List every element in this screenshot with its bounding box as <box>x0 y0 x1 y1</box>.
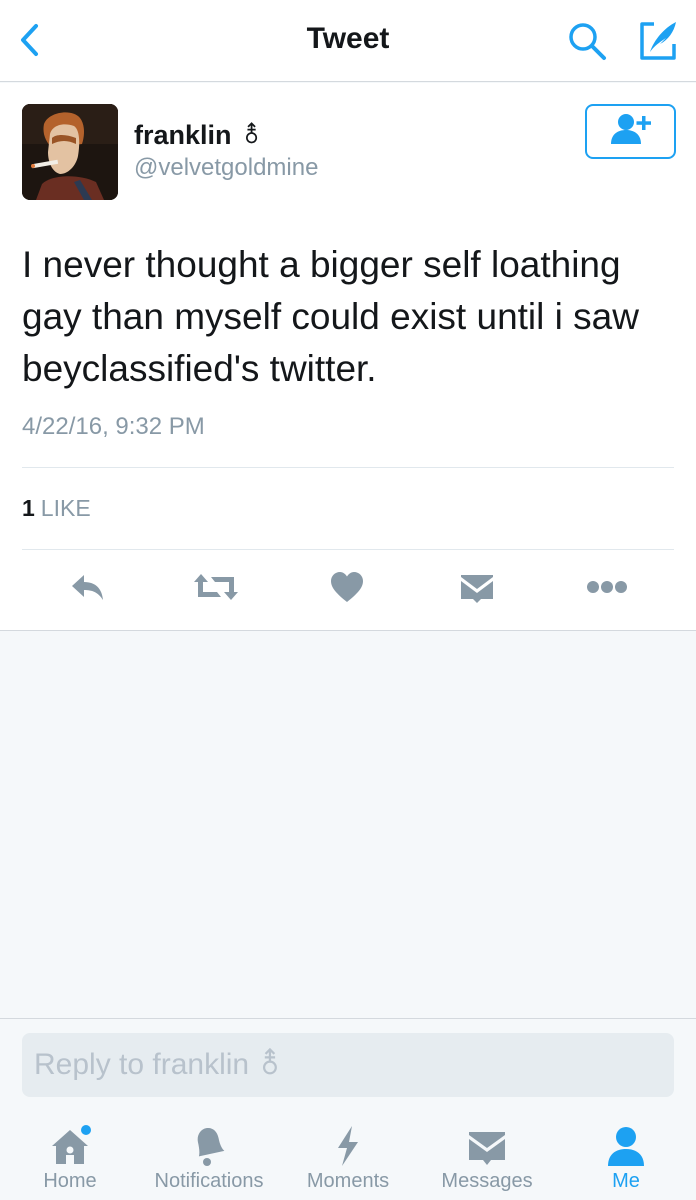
reply-icon[interactable] <box>64 563 112 611</box>
bell-icon <box>187 1124 231 1168</box>
tab-me[interactable]: Me <box>576 1114 676 1200</box>
likes-label: LIKE <box>40 495 91 521</box>
lightning-icon <box>326 1124 370 1168</box>
compose-quill-icon[interactable] <box>634 18 680 64</box>
tweet-card: franklin ⚨ @velvetgoldmine I never thoug… <box>0 83 696 631</box>
tab-label: Me <box>612 1170 640 1192</box>
more-dots-icon[interactable] <box>583 563 631 611</box>
tweet-timestamp: 4/22/16, 9:32 PM <box>22 413 205 440</box>
user-handle[interactable]: @velvetgoldmine <box>134 154 318 182</box>
reply-bar <box>0 1018 696 1114</box>
tab-label: Home <box>43 1170 97 1192</box>
envelope-icon <box>465 1124 509 1168</box>
tweet-detail-screen: Tweet franklin ⚨ @velvetgoldmine I never… <box>0 0 696 1200</box>
reply-input[interactable] <box>22 1033 674 1097</box>
retweet-icon[interactable] <box>192 563 240 611</box>
home-icon <box>48 1124 92 1168</box>
tab-moments[interactable]: Moments <box>290 1114 406 1200</box>
tab-bar: Home Notifications Moments Messages Me <box>0 1114 696 1200</box>
avatar[interactable] <box>22 104 118 200</box>
tab-notifications[interactable]: Notifications <box>140 1114 278 1200</box>
display-name-text: franklin <box>134 120 232 150</box>
display-name[interactable]: franklin ⚨ <box>134 120 262 151</box>
likes-count: 1 <box>22 495 35 521</box>
heart-icon[interactable] <box>323 563 371 611</box>
follow-button[interactable] <box>585 104 676 159</box>
divider <box>22 549 674 550</box>
tab-home[interactable]: Home <box>10 1114 130 1200</box>
envelope-icon[interactable] <box>453 563 501 611</box>
search-icon[interactable] <box>566 20 608 62</box>
name-symbol: ⚨ <box>241 122 262 149</box>
nav-bar: Tweet <box>0 0 696 82</box>
divider <box>22 467 674 468</box>
tab-label: Messages <box>441 1170 533 1192</box>
tweet-text: I never thought a bigger self loathing g… <box>22 244 639 389</box>
person-icon <box>604 1124 648 1168</box>
tweet-actions <box>0 563 696 619</box>
tab-label: Notifications <box>154 1170 264 1192</box>
tab-messages[interactable]: Messages <box>428 1114 546 1200</box>
tab-label: Moments <box>306 1170 390 1192</box>
likes-summary[interactable]: 1 LIKE <box>22 495 91 522</box>
add-user-icon <box>608 112 654 151</box>
